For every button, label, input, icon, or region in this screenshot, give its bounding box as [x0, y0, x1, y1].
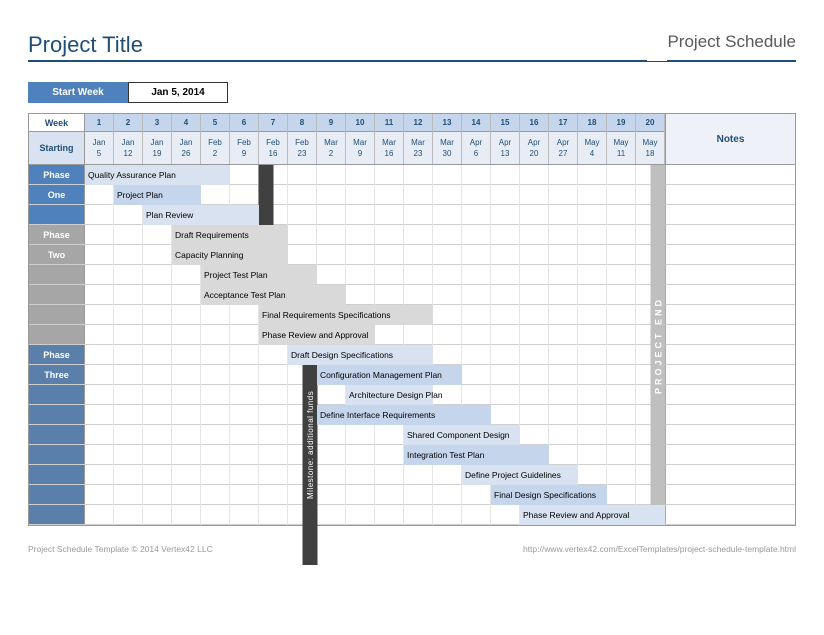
task-row: Phase	[29, 165, 795, 185]
notes-cell[interactable]	[665, 445, 795, 464]
week-header-13: 13Mar30	[433, 114, 462, 164]
task-row	[29, 265, 795, 285]
notes-cell[interactable]	[665, 185, 795, 204]
task-row: Phase	[29, 225, 795, 245]
task-row: One	[29, 185, 795, 205]
week-header-20: 20May18	[636, 114, 665, 164]
week-header-4: 4Jan26	[172, 114, 201, 164]
notes-cell[interactable]	[665, 385, 795, 404]
notes-cell[interactable]	[665, 505, 795, 524]
phase-three-label: Phase	[29, 345, 85, 364]
start-week-label: Start Week	[28, 82, 128, 103]
task-row	[29, 385, 795, 405]
week-header-10: 10Mar9	[346, 114, 375, 164]
notes-cell[interactable]	[665, 205, 795, 224]
task-row	[29, 305, 795, 325]
week-header-6: 6Feb9	[230, 114, 259, 164]
week-header-17: 17Apr27	[549, 114, 578, 164]
notes-cell[interactable]	[665, 405, 795, 424]
task-row: Three	[29, 365, 795, 385]
week-header-16: 16Apr20	[520, 114, 549, 164]
phase-one-label: Phase	[29, 165, 85, 184]
notes-cell[interactable]	[665, 365, 795, 384]
notes-cell[interactable]	[665, 425, 795, 444]
task-row	[29, 205, 795, 225]
notes-cell[interactable]	[665, 245, 795, 264]
notes-cell[interactable]	[665, 305, 795, 324]
notes-cell[interactable]	[665, 285, 795, 304]
week-header-15: 15Apr13	[491, 114, 520, 164]
task-row	[29, 425, 795, 445]
task-row	[29, 465, 795, 485]
week-header-14: 14Apr6	[462, 114, 491, 164]
task-row: Phase	[29, 345, 795, 365]
week-column-header: Week	[29, 114, 84, 132]
notes-cell[interactable]	[665, 165, 795, 184]
notes-cell[interactable]	[665, 465, 795, 484]
phase-two-label: Phase	[29, 225, 85, 244]
notes-cell[interactable]	[665, 265, 795, 284]
task-row: Two	[29, 245, 795, 265]
notes-cell[interactable]	[665, 225, 795, 244]
week-header-5: 5Feb2	[201, 114, 230, 164]
task-row	[29, 405, 795, 425]
task-row	[29, 325, 795, 345]
week-header-18: 18May4	[578, 114, 607, 164]
project-title: Project Title	[28, 32, 647, 61]
footer-url: http://www.vertex42.com/ExcelTemplates/p…	[523, 544, 796, 554]
footer-copyright: Project Schedule Template © 2014 Vertex4…	[28, 544, 213, 554]
week-header-8: 8Feb23	[288, 114, 317, 164]
task-row	[29, 485, 795, 505]
notes-cell[interactable]	[665, 485, 795, 504]
notes-cell[interactable]	[665, 325, 795, 344]
task-row	[29, 505, 795, 525]
week-header-7: 7Feb16	[259, 114, 288, 164]
notes-column-header: Notes	[665, 114, 795, 164]
week-header-3: 3Jan19	[143, 114, 172, 164]
week-header-11: 11Mar16	[375, 114, 404, 164]
week-header-1: 1Jan5	[85, 114, 114, 164]
schedule-heading: Project Schedule	[667, 32, 796, 61]
week-header-9: 9Mar2	[317, 114, 346, 164]
task-row	[29, 285, 795, 305]
notes-cell[interactable]	[665, 345, 795, 364]
starting-column-header: Starting	[29, 132, 84, 164]
document-footer: Project Schedule Template © 2014 Vertex4…	[28, 544, 796, 554]
schedule-grid: Week Starting 1Jan52Jan123Jan194Jan265Fe…	[28, 113, 796, 526]
schedule-header: Week Starting 1Jan52Jan123Jan194Jan265Fe…	[29, 114, 795, 165]
task-row	[29, 445, 795, 465]
week-header-12: 12Mar23	[404, 114, 433, 164]
week-header-19: 19May11	[607, 114, 636, 164]
week-header-2: 2Jan12	[114, 114, 143, 164]
start-week-value[interactable]: Jan 5, 2014	[128, 82, 228, 103]
